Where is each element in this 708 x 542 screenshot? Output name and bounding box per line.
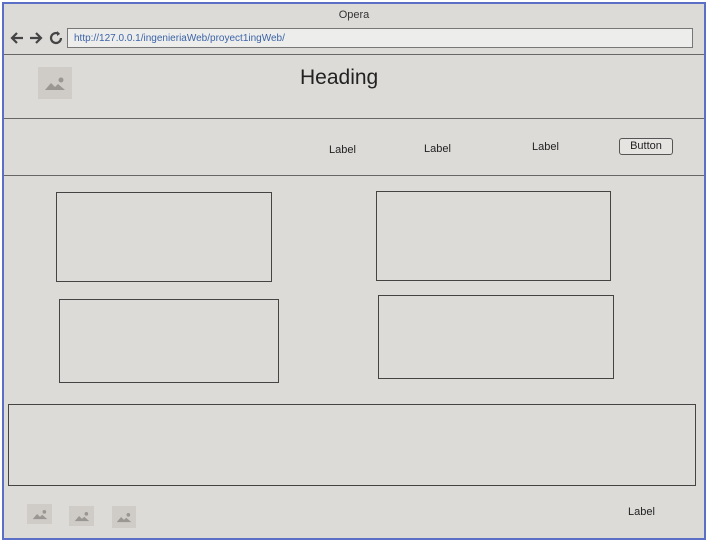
browser-toolbar: http://127.0.0.1/ingenieriaWeb/proyect1i… [4,26,704,54]
reload-icon[interactable] [48,30,64,46]
content-box [59,299,279,383]
back-icon[interactable] [9,30,25,46]
footer-image-icon [27,504,52,524]
forward-icon[interactable] [28,30,44,46]
content-box [376,191,611,281]
content-box [378,295,614,379]
address-bar[interactable]: http://127.0.0.1/ingenieriaWeb/proyect1i… [67,28,693,48]
footer-image-icon [69,506,94,526]
footer-image-icon [112,506,136,528]
divider [4,54,704,55]
page-heading: Heading [300,66,379,89]
nav-label-1[interactable]: Label [329,144,356,156]
content-box [56,192,272,282]
footer-label: Label [628,506,655,518]
nav-button[interactable]: Button [619,138,673,155]
nav-label-2[interactable]: Label [424,143,451,155]
logo-image-icon [38,67,72,99]
window-title: Opera [4,4,704,26]
browser-window: Opera http://127.0.0.1/ingenieriaWeb/pro… [2,2,706,540]
content-box-wide [8,404,696,486]
divider [4,175,704,176]
nav-label-3[interactable]: Label [532,141,559,153]
divider [4,118,704,119]
